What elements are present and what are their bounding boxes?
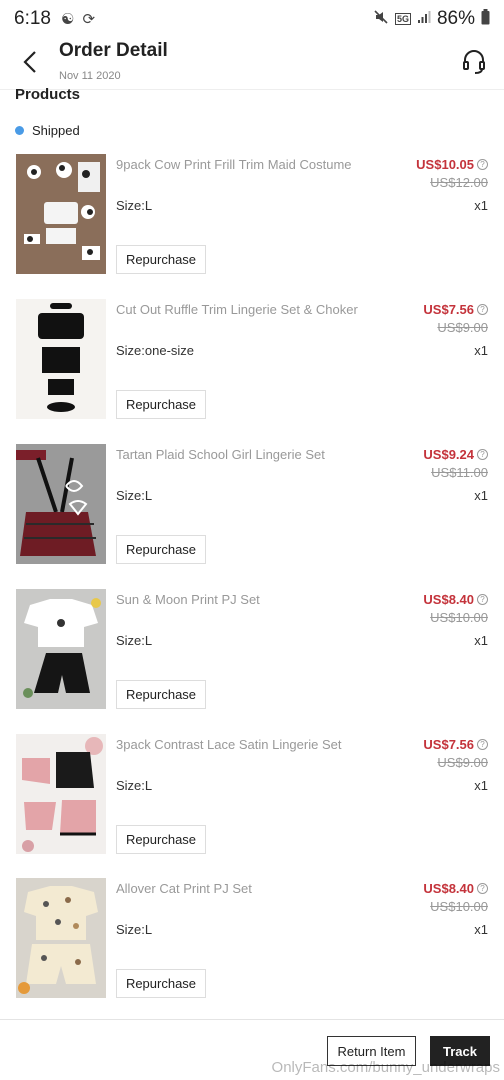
question-icon[interactable]: ?	[477, 739, 488, 750]
repurchase-button[interactable]: Repurchase	[116, 390, 206, 419]
question-icon[interactable]: ?	[477, 159, 488, 170]
product-size: Size:one-size	[116, 343, 195, 358]
product-item: Cut Out Ruffle Trim Lingerie Set & Choke…	[0, 299, 504, 419]
back-button[interactable]	[14, 46, 46, 78]
watermark: OnlyFans.com/bunny_underwraps	[271, 1059, 500, 1076]
product-item: Sun & Moon Print PJ Set Size:L US$8.40 ?…	[0, 589, 504, 709]
original-price: US$11.00	[431, 465, 488, 480]
status-bar: 6:18 ☯ ⟳ 5G 86%	[0, 0, 504, 38]
product-quantity: x1	[474, 343, 488, 358]
status-dot-icon	[15, 126, 24, 135]
product-image[interactable]	[16, 878, 106, 998]
repurchase-button[interactable]: Repurchase	[116, 245, 206, 274]
product-item: 9pack Cow Print Frill Trim Maid Costume …	[0, 154, 504, 274]
repurchase-button[interactable]: Repurchase	[116, 969, 206, 998]
product-size: Size:L	[116, 488, 153, 503]
product-item: Tartan Plaid School Girl Lingerie Set Si…	[0, 444, 504, 564]
product-image[interactable]	[16, 444, 106, 564]
sale-price: US$7.56	[423, 737, 474, 752]
product-price: US$8.40 ?	[423, 881, 488, 896]
product-size: Size:L	[116, 198, 153, 213]
original-price: US$9.00	[437, 755, 488, 770]
battery-percent: 86%	[436, 8, 475, 29]
product-price: US$9.24 ?	[423, 447, 488, 462]
product-quantity: x1	[474, 198, 488, 213]
status-time: 6:18	[14, 8, 51, 29]
product-item: 3pack Contrast Lace Satin Lingerie Set S…	[0, 734, 504, 854]
product-image[interactable]	[16, 734, 106, 854]
order-date: Nov 11 2020	[59, 70, 121, 82]
product-price: US$7.56 ?	[423, 302, 488, 317]
product-price: US$10.05 ?	[416, 157, 488, 172]
product-name[interactable]: Tartan Plaid School Girl Lingerie Set	[116, 447, 325, 462]
question-icon[interactable]: ?	[477, 594, 488, 605]
sale-price: US$7.56	[423, 302, 474, 317]
product-image[interactable]	[16, 299, 106, 419]
battery-icon	[481, 9, 490, 29]
question-icon[interactable]: ?	[477, 449, 488, 460]
headset-icon	[463, 50, 485, 74]
section-title: Products	[15, 86, 81, 103]
product-size: Size:L	[116, 778, 153, 793]
status-label: Shipped	[32, 123, 80, 138]
product-image[interactable]	[16, 589, 106, 709]
mute-icon	[373, 9, 389, 29]
product-quantity: x1	[474, 633, 488, 648]
question-icon[interactable]: ?	[477, 304, 488, 315]
product-name[interactable]: 9pack Cow Print Frill Trim Maid Costume	[116, 157, 352, 172]
notification-icons: ☯ ⟳	[61, 10, 95, 28]
page-header: Order Detail Nov 11 2020	[0, 38, 504, 90]
system-icons: 5G 86%	[373, 8, 490, 30]
repurchase-button[interactable]: Repurchase	[116, 825, 206, 854]
product-quantity: x1	[474, 778, 488, 793]
notification-icon: ☯	[60, 11, 75, 28]
question-icon[interactable]: ?	[477, 883, 488, 894]
original-price: US$10.00	[430, 899, 488, 914]
product-price: US$7.56 ?	[423, 737, 488, 752]
product-quantity: x1	[474, 922, 488, 937]
chevron-left-icon	[23, 51, 36, 73]
sync-icon: ⟳	[82, 11, 96, 28]
product-item: Allover Cat Print PJ Set Size:L US$8.40 …	[0, 878, 504, 998]
original-price: US$12.00	[430, 175, 488, 190]
sale-price: US$9.24	[423, 447, 474, 462]
product-name[interactable]: 3pack Contrast Lace Satin Lingerie Set	[116, 737, 341, 752]
signal-icon	[417, 10, 431, 28]
product-name[interactable]: Allover Cat Print PJ Set	[116, 881, 252, 896]
product-price: US$8.40 ?	[423, 592, 488, 607]
network-icon: 5G	[394, 13, 411, 25]
customer-service-button[interactable]	[458, 46, 490, 78]
shipping-status: Shipped	[15, 123, 80, 138]
product-size: Size:L	[116, 922, 153, 937]
product-image[interactable]	[16, 154, 106, 274]
sale-price: US$10.05	[416, 157, 474, 172]
repurchase-button[interactable]: Repurchase	[116, 680, 206, 709]
original-price: US$9.00	[437, 320, 488, 335]
product-quantity: x1	[474, 488, 488, 503]
product-name[interactable]: Sun & Moon Print PJ Set	[116, 592, 260, 607]
repurchase-button[interactable]: Repurchase	[116, 535, 206, 564]
product-size: Size:L	[116, 633, 153, 648]
sale-price: US$8.40	[423, 881, 474, 896]
product-name[interactable]: Cut Out Ruffle Trim Lingerie Set & Choke…	[116, 302, 358, 317]
original-price: US$10.00	[430, 610, 488, 625]
sale-price: US$8.40	[423, 592, 474, 607]
page-title: Order Detail	[59, 40, 168, 61]
